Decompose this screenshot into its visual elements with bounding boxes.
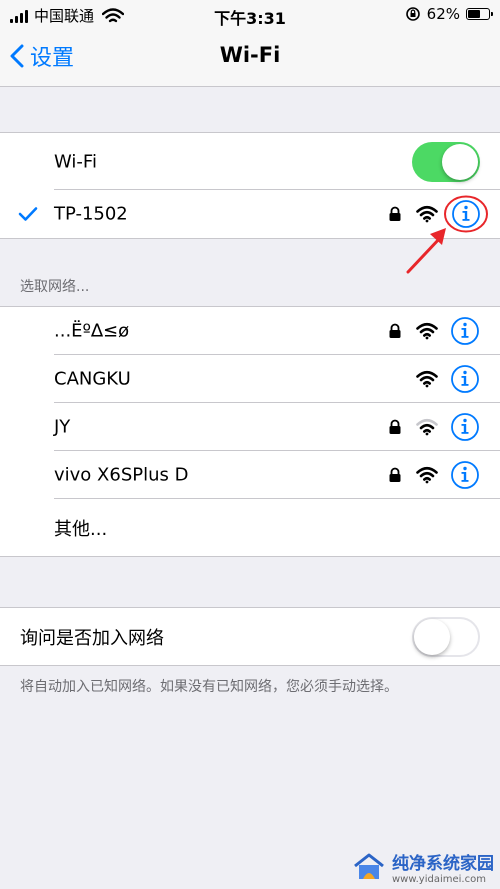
network-name: CANGKU <box>54 368 131 390</box>
wifi-signal-icon <box>416 322 438 340</box>
watermark-title: 纯净系统家园 <box>392 854 494 874</box>
ask-join-footer: 将自动加入已知网络。如果没有已知网络，您必须手动选择。 <box>20 679 398 695</box>
network-row[interactable]: CANGKU <box>0 355 500 403</box>
battery-fill <box>468 10 481 18</box>
network-name: TP-1502 <box>54 203 128 225</box>
battery-percent: 62% <box>426 5 460 23</box>
toggle-knob <box>414 618 450 655</box>
status-right: 62% <box>405 5 493 23</box>
network-row[interactable]: vivo X6SPlus D <box>0 451 500 499</box>
ask-join-label: 询问是否加入网络 <box>20 627 164 649</box>
status-bar: 中国联通 下午3:31 62% <box>0 0 500 30</box>
checkmark-icon <box>18 207 38 221</box>
navigation-bar: 设置 Wi-Fi <box>0 30 500 87</box>
network-name: vivo X6SPlus D <box>54 464 189 486</box>
wifi-signal-icon <box>416 466 438 484</box>
wifi-weak-signal-icon <box>416 418 438 436</box>
info-icon[interactable] <box>451 317 479 345</box>
battery-icon <box>466 8 493 20</box>
house-logo-icon <box>354 853 384 879</box>
info-icon[interactable] <box>451 365 479 393</box>
page-title: Wi-Fi <box>219 43 281 67</box>
info-icon[interactable] <box>451 461 479 489</box>
choose-network-header: 选取网络... <box>20 279 90 295</box>
watermark-text: 纯净系统家园 www.yidaimei.com <box>392 849 494 885</box>
other-network-row[interactable]: 其他... <box>0 499 500 556</box>
watermark-url: www.yidaimei.com <box>392 874 486 885</box>
network-row[interactable]: ...Ëº∆≤ø <box>0 307 500 355</box>
ask-join-toggle[interactable] <box>412 616 480 657</box>
networks-list: ...Ëº∆≤ø CANGKU JY vivo X6SPlus D 其他... <box>0 306 500 557</box>
ask-join-group: 询问是否加入网络 <box>0 607 500 666</box>
network-row[interactable]: JY <box>0 403 500 451</box>
other-network-label: 其他... <box>54 518 108 540</box>
wifi-signal-icon <box>416 370 438 388</box>
lock-icon <box>389 323 401 338</box>
ask-join-row: 询问是否加入网络 <box>0 608 500 665</box>
wifi-toggle[interactable] <box>412 141 480 182</box>
wifi-toggle-label: Wi-Fi <box>54 151 97 172</box>
network-name: ...Ëº∆≤ø <box>54 320 130 342</box>
lock-icon <box>389 467 401 482</box>
rotation-lock-icon <box>405 7 420 21</box>
wifi-toggle-row: Wi-Fi <box>0 133 500 190</box>
network-name: JY <box>54 416 71 438</box>
watermark: 纯净系统家园 www.yidaimei.com <box>352 849 494 885</box>
lock-icon <box>389 419 401 434</box>
toggle-knob <box>442 143 478 180</box>
info-icon[interactable] <box>451 413 479 441</box>
annotation-arrow-icon <box>406 228 446 274</box>
